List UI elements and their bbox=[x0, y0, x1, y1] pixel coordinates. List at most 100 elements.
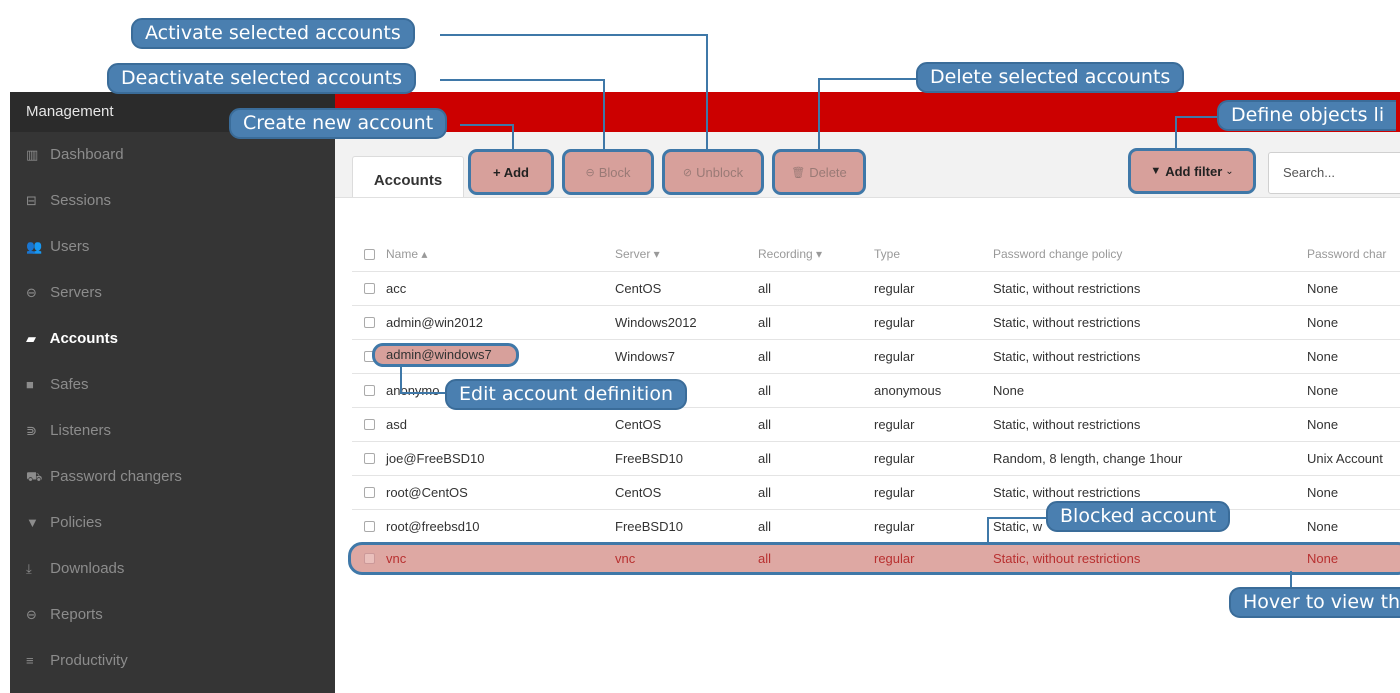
callout-delete: Delete selected accounts bbox=[916, 62, 1185, 93]
policies-icon: ▼ bbox=[26, 515, 39, 530]
unblock-button[interactable]: ⊘ Unblock bbox=[662, 149, 764, 195]
sidebar-item-label: Dashboard bbox=[50, 146, 124, 163]
sidebar-item-safes[interactable]: ■ Safes bbox=[10, 362, 335, 408]
cell-policy: Static, without restrictions bbox=[993, 349, 1141, 364]
sidebar-item-label: Sessions bbox=[50, 192, 112, 209]
col-server[interactable]: Server ▾ bbox=[615, 238, 660, 271]
cell-recording: all bbox=[758, 417, 772, 432]
sidebar-item-policies[interactable]: ▼ Policies bbox=[10, 500, 335, 546]
cell-changer: None bbox=[1307, 551, 1339, 566]
sidebar-item-label: Listeners bbox=[50, 422, 112, 439]
cell-policy: Static, without restrictions bbox=[993, 281, 1141, 296]
tab-accounts[interactable]: Accounts bbox=[352, 156, 464, 197]
sidebar-item-listeners[interactable]: ⋑ Listeners bbox=[10, 408, 335, 454]
cell-policy: Static, without restrictions bbox=[993, 551, 1141, 566]
connector-line bbox=[1175, 116, 1220, 118]
connector-line bbox=[440, 34, 708, 36]
downloads-icon: ⤓ bbox=[26, 561, 32, 576]
cell-changer: Unix Account bbox=[1307, 451, 1383, 466]
sidebar-item-servers[interactable]: ⊖ Servers bbox=[10, 270, 335, 316]
cell-recording: all bbox=[758, 551, 772, 566]
table-row-blocked[interactable]: vnc vnc all regular Static, without rest… bbox=[348, 542, 1400, 575]
sidebar-item-users[interactable]: 👥 Users bbox=[10, 224, 335, 270]
cell-name[interactable]: root@CentOS bbox=[386, 476, 468, 509]
dashboard-icon: ▥ bbox=[26, 147, 39, 162]
cell-name[interactable]: asd bbox=[386, 408, 407, 441]
cell-type: regular bbox=[874, 551, 915, 566]
row-checkbox[interactable] bbox=[364, 487, 375, 498]
cell-type: regular bbox=[874, 417, 915, 432]
trash-icon: 🗑 bbox=[791, 166, 806, 179]
row-checkbox[interactable] bbox=[364, 521, 375, 532]
cell-server: Windows2012 bbox=[615, 315, 697, 330]
sidebar-item-downloads[interactable]: ⤓ Downloads bbox=[10, 546, 335, 592]
reports-icon: ⊖ bbox=[26, 607, 37, 622]
sidebar-item-label: Servers bbox=[50, 284, 102, 301]
cell-server: CentOS bbox=[615, 485, 662, 500]
table-row[interactable]: admin@win2012 Windows2012 all regular St… bbox=[352, 305, 1400, 338]
sidebar-item-productivity[interactable]: ≡ Productivity bbox=[10, 638, 335, 684]
row-checkbox[interactable] bbox=[364, 419, 375, 430]
sidebar-item-password-changers[interactable]: ⛟ Password changers bbox=[10, 454, 335, 500]
cell-server: CentOS bbox=[615, 281, 662, 296]
col-name[interactable]: Name ▴ bbox=[386, 238, 427, 271]
block-label: Block bbox=[598, 164, 631, 180]
cell-recording: all bbox=[758, 451, 772, 466]
cell-server: FreeBSD10 bbox=[615, 519, 683, 534]
sidebar-item-accounts[interactable]: ▰ Accounts bbox=[10, 316, 335, 362]
unblock-label: Unblock bbox=[696, 164, 744, 180]
cell-policy: Random, 8 length, change 1hour bbox=[993, 451, 1183, 466]
sessions-icon: ⊟ bbox=[26, 193, 37, 208]
callout-activate: Activate selected accounts bbox=[131, 18, 415, 49]
cell-name[interactable]: admin@windows7 bbox=[386, 346, 492, 364]
sidebar-item-sessions[interactable]: ⊟ Sessions bbox=[10, 178, 335, 224]
connector-line bbox=[706, 34, 708, 150]
sidebar-item-reports[interactable]: ⊖ Reports bbox=[10, 592, 335, 638]
cell-server: CentOS bbox=[615, 417, 662, 432]
callout-blocked-account: Blocked account bbox=[1046, 501, 1231, 532]
add-button[interactable]: + Add bbox=[468, 149, 554, 195]
sidebar-item-label: Users bbox=[50, 238, 90, 255]
select-all-checkbox[interactable] bbox=[364, 249, 375, 260]
table-row[interactable]: asd CentOS all regular Static, without r… bbox=[352, 407, 1400, 440]
cell-name[interactable]: root@freebsd10 bbox=[386, 510, 479, 543]
cell-recording: all bbox=[758, 383, 772, 398]
row-checkbox[interactable] bbox=[364, 385, 375, 396]
cell-name[interactable]: acc bbox=[386, 272, 406, 305]
cell-name[interactable]: joe@FreeBSD10 bbox=[386, 442, 484, 475]
cell-name[interactable]: vnc bbox=[386, 545, 406, 572]
connector-line bbox=[512, 124, 514, 150]
cell-server: vnc bbox=[615, 551, 636, 566]
table-row[interactable]: root@freebsd10 FreeBSD10 all regular Sta… bbox=[352, 509, 1400, 542]
connector-line bbox=[987, 517, 989, 544]
row-checkbox[interactable] bbox=[364, 317, 375, 328]
unblock-icon: ⊘ bbox=[682, 166, 693, 179]
delete-button[interactable]: 🗑 Delete bbox=[772, 149, 866, 195]
table-row[interactable]: acc CentOS all regular Static, without r… bbox=[352, 271, 1400, 304]
productivity-icon: ≡ bbox=[26, 653, 34, 668]
row-checkbox[interactable] bbox=[364, 453, 375, 464]
row-checkbox[interactable] bbox=[364, 553, 375, 564]
cell-name[interactable]: anonymo bbox=[386, 374, 439, 407]
row-checkbox[interactable] bbox=[364, 283, 375, 294]
connector-line bbox=[818, 78, 918, 80]
callout-deactivate: Deactivate selected accounts bbox=[107, 63, 417, 94]
users-icon: 👥 bbox=[26, 239, 43, 254]
account-name-link[interactable]: admin@windows7 bbox=[372, 343, 519, 367]
cell-policy: Static, without restrictions bbox=[993, 417, 1141, 432]
cell-recording: all bbox=[758, 519, 772, 534]
password-changers-icon: ⛟ bbox=[26, 469, 43, 484]
sidebar-item-label: Password changers bbox=[50, 468, 182, 485]
cell-recording: all bbox=[758, 281, 772, 296]
table-row[interactable]: root@CentOS CentOS all regular Static, w… bbox=[352, 475, 1400, 508]
chevron-down-icon: ⌄ bbox=[1225, 165, 1234, 177]
cell-changer: None bbox=[1307, 281, 1339, 296]
add-filter-button[interactable]: ▼ Add filter ⌄ bbox=[1128, 148, 1256, 194]
col-recording[interactable]: Recording ▾ bbox=[758, 238, 822, 271]
table-row[interactable]: joe@FreeBSD10 FreeBSD10 all regular Rand… bbox=[352, 441, 1400, 474]
search-input[interactable]: Search... bbox=[1268, 152, 1400, 194]
cell-name[interactable]: admin@win2012 bbox=[386, 306, 483, 339]
connector-line bbox=[400, 392, 448, 394]
cell-recording: all bbox=[758, 485, 772, 500]
block-button[interactable]: ⊖ Block bbox=[562, 149, 654, 195]
